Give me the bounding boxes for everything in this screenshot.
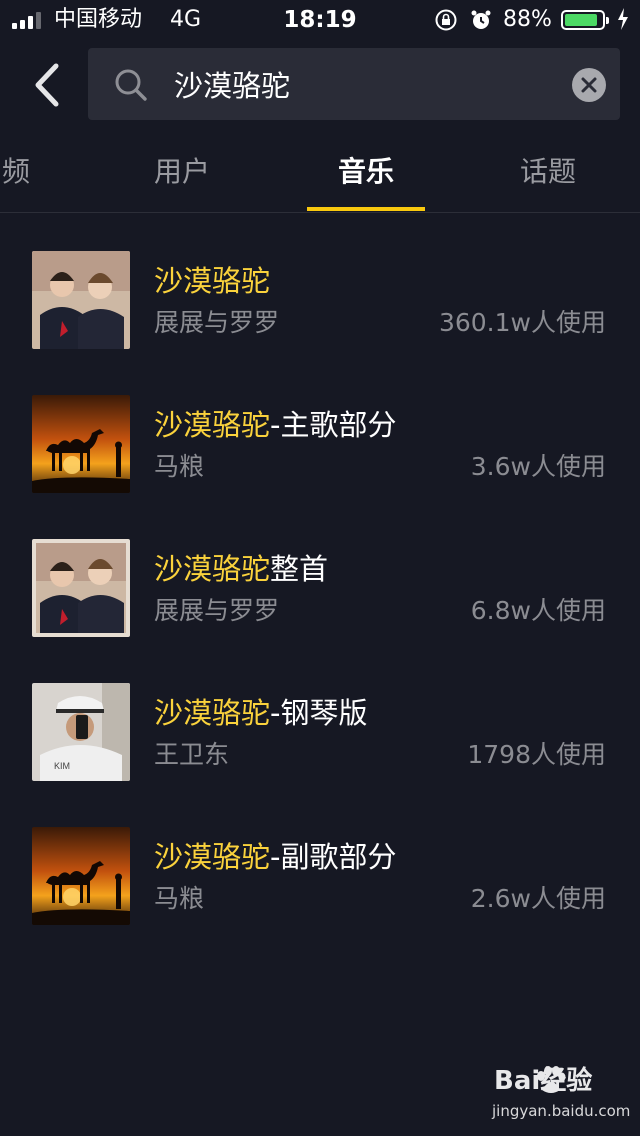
music-result-item[interactable]: 沙漠骆驼 展展与罗罗 360.1w人使用 (0, 251, 640, 351)
cover-image-camel (32, 827, 130, 925)
music-title: 沙漠骆驼-钢琴版 (154, 695, 367, 731)
usage-count: 360.1w人使用 (439, 307, 606, 339)
usage-count: 2.6w人使用 (471, 883, 606, 915)
music-artist: 王卫东 (154, 739, 229, 771)
watermark-url: jingyan.baidu.com (492, 1102, 630, 1120)
usage-count: 3.6w人使用 (471, 451, 606, 483)
watermark-brand: Bai经验 (494, 1064, 592, 1098)
music-artist: 马粮 (154, 451, 204, 483)
music-title: 沙漠骆驼 (154, 263, 270, 299)
music-title: 沙漠骆驼-副歌部分 (154, 839, 396, 875)
status-bar: 中国移动 4G 18:19 88% (0, 0, 640, 40)
back-chevron-icon[interactable] (30, 62, 66, 108)
cover-image-camel (32, 395, 130, 493)
search-tabs: 频 用户 音乐 话题 (0, 140, 640, 213)
music-result-item[interactable]: 沙漠骆驼-副歌部分 马粮 2.6w人使用 (0, 827, 640, 927)
music-artist: 展展与罗罗 (154, 595, 279, 627)
music-title: 沙漠骆驼-主歌部分 (154, 407, 396, 443)
music-result-item[interactable]: 沙漠骆驼-主歌部分 马粮 3.6w人使用 (0, 395, 640, 495)
svg-text:KIM: KIM (54, 761, 70, 771)
cover-image-duo (32, 539, 130, 637)
usage-count: 1798人使用 (467, 739, 606, 771)
cover-image-duo (32, 251, 130, 349)
battery-icon (561, 10, 605, 30)
active-tab-indicator (307, 207, 425, 211)
music-artist: 展展与罗罗 (154, 307, 279, 339)
rotation-lock-icon (434, 8, 458, 32)
close-icon (581, 77, 597, 93)
music-artist: 马粮 (154, 883, 204, 915)
charging-icon (617, 8, 629, 30)
music-title: 沙漠骆驼整首 (154, 551, 328, 587)
music-result-item[interactable]: 沙漠骆驼整首 展展与罗罗 6.8w人使用 (0, 539, 640, 639)
tab-music[interactable]: 音乐 (324, 154, 408, 190)
clear-search-button[interactable] (572, 68, 606, 102)
usage-count: 6.8w人使用 (471, 595, 606, 627)
tab-topics[interactable]: 话题 (506, 154, 590, 190)
search-icon (114, 68, 148, 102)
music-result-item[interactable]: KIM 沙漠骆驼-钢琴版 王卫东 1798人使用 (0, 683, 640, 783)
baidu-watermark: Bai经验 jingyan.baidu.com (470, 1064, 620, 1124)
battery-percent: 88% (503, 6, 552, 34)
cover-image-selfie: KIM (32, 683, 130, 781)
search-bar[interactable] (88, 48, 620, 120)
tab-users[interactable]: 用户 (140, 154, 224, 190)
search-input[interactable] (174, 62, 554, 106)
alarm-icon (469, 8, 493, 32)
tab-video[interactable]: 频 (0, 154, 38, 190)
